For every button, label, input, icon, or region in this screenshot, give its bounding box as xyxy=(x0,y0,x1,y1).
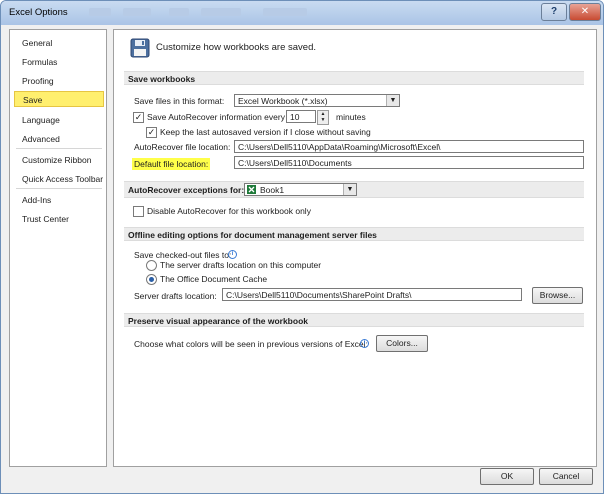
checked-out-label: Save checked-out files to: xyxy=(134,250,232,260)
save-options-panel: Customize how workbooks are saved. Save … xyxy=(113,29,597,467)
colors-button[interactable]: Colors... xyxy=(376,335,428,352)
nav-item-advanced[interactable]: Advanced xyxy=(14,131,104,147)
info-icon: i xyxy=(360,339,369,348)
nav-item-add-ins[interactable]: Add-Ins xyxy=(14,192,104,208)
server-drafts-location-label: Server drafts location: xyxy=(134,291,217,301)
ok-button[interactable]: OK xyxy=(480,468,534,485)
autorecover-checkbox[interactable]: ✓ xyxy=(133,112,144,123)
exceptions-label: AutoRecover exceptions for: xyxy=(128,185,245,195)
format-dropdown[interactable]: Excel Workbook (*.xlsx) ▼ xyxy=(234,94,400,107)
nav-item-general[interactable]: General xyxy=(14,35,104,51)
title-bar: Excel Options ? ✕ xyxy=(1,1,603,25)
nav-item-proofing[interactable]: Proofing xyxy=(14,73,104,89)
section-offline-editing: Offline editing options for document man… xyxy=(124,227,584,241)
blurred-tab xyxy=(201,8,241,16)
options-nav: General Formulas Proofing Save Language … xyxy=(9,29,107,467)
nav-item-formulas[interactable]: Formulas xyxy=(14,54,104,70)
minutes-label: minutes xyxy=(336,112,366,122)
help-button[interactable]: ? xyxy=(541,3,567,21)
nav-item-save[interactable]: Save xyxy=(14,91,104,107)
server-drafts-radio[interactable] xyxy=(146,260,157,271)
default-location-label: Default file location: xyxy=(132,158,211,170)
blurred-tab xyxy=(169,8,189,16)
autorecover-location-input[interactable]: C:\Users\Dell5110\AppData\Roaming\Micros… xyxy=(234,140,584,153)
close-button[interactable]: ✕ xyxy=(569,3,601,21)
blurred-tab xyxy=(89,8,111,16)
window-title: Excel Options xyxy=(9,7,68,18)
format-value: Excel Workbook (*.xlsx) xyxy=(238,96,328,106)
excel-options-dialog: Excel Options ? ✕ General Formulas Proof… xyxy=(0,0,604,494)
server-drafts-option-label: The server drafts location on this compu… xyxy=(160,260,322,270)
section-preserve-appearance: Preserve visual appearance of the workbo… xyxy=(124,313,584,327)
nav-item-customize-ribbon[interactable]: Customize Ribbon xyxy=(14,152,104,168)
autorecover-location-label: AutoRecover file location: xyxy=(134,142,231,152)
nav-item-language[interactable]: Language xyxy=(14,112,104,128)
disable-autorecover-label: Disable AutoRecover for this workbook on… xyxy=(147,206,311,216)
blurred-tab xyxy=(123,8,151,16)
autorecover-minutes-input[interactable]: 10 xyxy=(286,110,316,123)
disable-autorecover-checkbox[interactable] xyxy=(133,206,144,217)
panel-header-text: Customize how workbooks are saved. xyxy=(156,42,316,53)
floppy-disk-icon xyxy=(130,38,150,58)
office-cache-option-label: The Office Document Cache xyxy=(160,274,268,284)
exceptions-workbook-value: Book1 xyxy=(260,185,285,195)
excel-workbook-icon xyxy=(247,185,256,194)
nav-item-quick-access-toolbar[interactable]: Quick Access Toolbar xyxy=(14,171,104,187)
nav-separator xyxy=(16,188,102,189)
keep-last-label: Keep the last autosaved version if I clo… xyxy=(160,127,371,137)
info-icon: i xyxy=(228,250,237,259)
blurred-tab xyxy=(263,8,307,16)
office-cache-radio[interactable] xyxy=(146,274,157,285)
nav-separator xyxy=(16,148,102,149)
chevron-down-icon: ▼ xyxy=(343,184,356,195)
nav-item-trust-center[interactable]: Trust Center xyxy=(14,211,104,227)
format-label: Save files in this format: xyxy=(134,96,225,106)
default-location-input[interactable]: C:\Users\Dell5110\Documents xyxy=(234,156,584,169)
cancel-button[interactable]: Cancel xyxy=(539,468,593,485)
exceptions-workbook-dropdown[interactable]: Book1 ▼ xyxy=(244,183,357,196)
server-drafts-location-input[interactable]: C:\Users\Dell5110\Documents\SharePoint D… xyxy=(222,288,522,301)
colors-label: Choose what colors will be seen in previ… xyxy=(134,339,368,349)
keep-last-checkbox[interactable]: ✓ xyxy=(146,127,157,138)
chevron-down-icon: ▼ xyxy=(386,95,399,106)
autorecover-label: Save AutoRecover information every xyxy=(147,112,285,122)
browse-button[interactable]: Browse... xyxy=(532,287,583,304)
minutes-spinner[interactable]: ▲ ▼ xyxy=(317,110,329,125)
section-save-workbooks: Save workbooks xyxy=(124,71,584,85)
